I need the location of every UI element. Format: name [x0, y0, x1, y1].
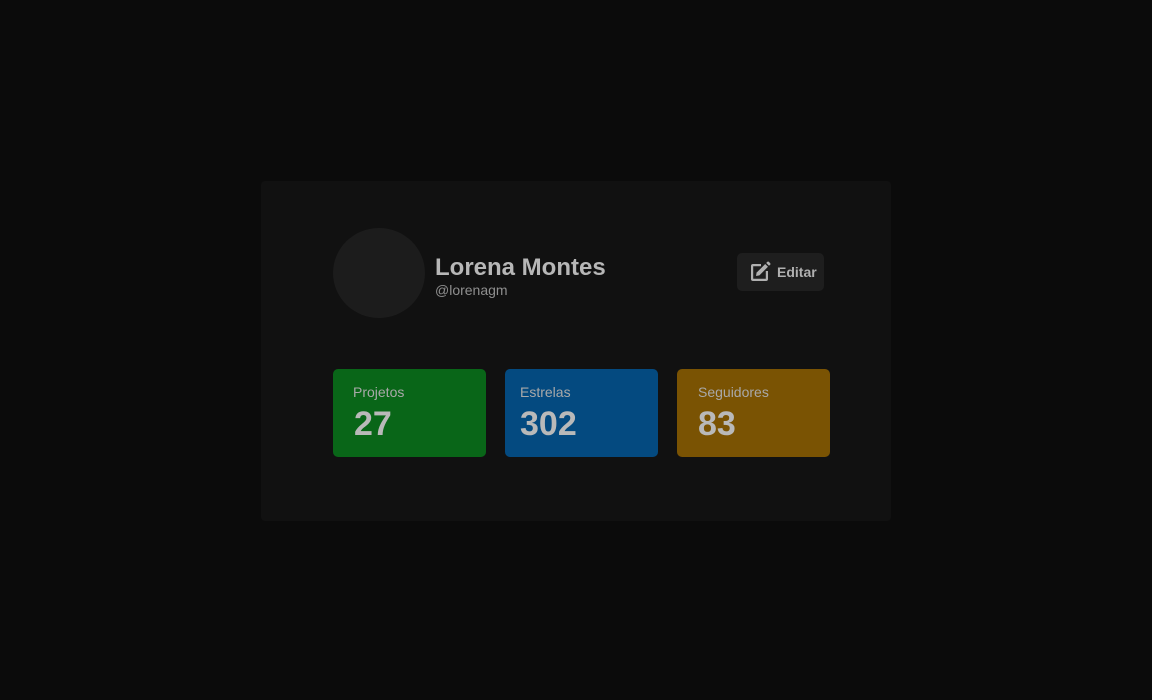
profile-card: Lorena Montes @lorenagm Editar Projetos … — [261, 181, 891, 521]
edit-button-label: Editar — [777, 264, 817, 280]
edit-profile-button[interactable]: Editar — [737, 253, 824, 291]
stat-value: 302 — [520, 405, 577, 443]
profile-handle: @lorenagm — [435, 282, 508, 298]
stat-label: Projetos — [353, 384, 405, 400]
stat-label: Estrelas — [520, 384, 571, 400]
profile-name: Lorena Montes — [435, 254, 606, 281]
avatar — [333, 228, 425, 318]
stat-card-projetos: Projetos 27 — [333, 369, 486, 457]
edit-icon — [748, 260, 772, 284]
stat-value: 27 — [354, 405, 392, 443]
stat-card-seguidores: Seguidores 83 — [677, 369, 830, 457]
stat-card-estrelas: Estrelas 302 — [505, 369, 658, 457]
stat-value: 83 — [698, 405, 736, 443]
stat-label: Seguidores — [698, 384, 769, 400]
